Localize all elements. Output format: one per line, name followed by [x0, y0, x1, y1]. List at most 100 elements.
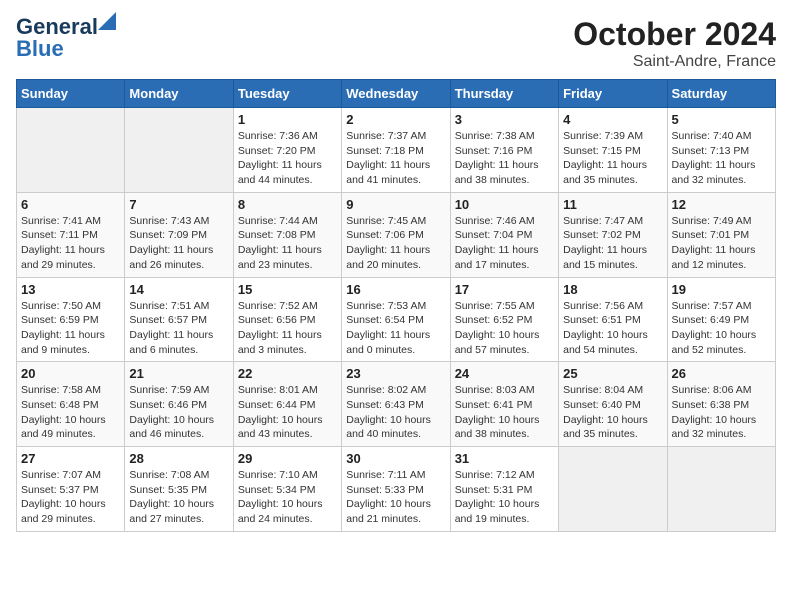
day-number: 6	[21, 197, 120, 212]
day-cell: 4 Sunrise: 7:39 AM Sunset: 7:15 PM Daylig…	[559, 108, 667, 193]
week-row-5: 27 Sunrise: 7:07 AM Sunset: 5:37 PM Dayli…	[17, 447, 776, 532]
day-number: 21	[129, 366, 228, 381]
day-number: 12	[672, 197, 771, 212]
day-cell: 26 Sunrise: 8:06 AM Sunset: 6:38 PM Dayli…	[667, 362, 775, 447]
day-number: 27	[21, 451, 120, 466]
day-cell: 5 Sunrise: 7:40 AM Sunset: 7:13 PM Daylig…	[667, 108, 775, 193]
day-info: Sunrise: 8:03 AM Sunset: 6:41 PM Dayligh…	[455, 383, 554, 442]
day-info: Sunrise: 7:46 AM Sunset: 7:04 PM Dayligh…	[455, 214, 554, 273]
day-info: Sunrise: 7:11 AM Sunset: 5:33 PM Dayligh…	[346, 468, 445, 527]
day-info: Sunrise: 8:01 AM Sunset: 6:44 PM Dayligh…	[238, 383, 337, 442]
day-info: Sunrise: 7:56 AM Sunset: 6:51 PM Dayligh…	[563, 299, 662, 358]
page-subtitle: Saint-Andre, France	[573, 53, 776, 71]
day-cell: 23 Sunrise: 8:02 AM Sunset: 6:43 PM Dayli…	[342, 362, 450, 447]
day-number: 22	[238, 366, 337, 381]
day-info: Sunrise: 7:39 AM Sunset: 7:15 PM Dayligh…	[563, 129, 662, 188]
day-info: Sunrise: 8:02 AM Sunset: 6:43 PM Dayligh…	[346, 383, 445, 442]
day-info: Sunrise: 7:53 AM Sunset: 6:54 PM Dayligh…	[346, 299, 445, 358]
header-tuesday: Tuesday	[233, 80, 341, 108]
day-info: Sunrise: 7:51 AM Sunset: 6:57 PM Dayligh…	[129, 299, 228, 358]
day-info: Sunrise: 8:06 AM Sunset: 6:38 PM Dayligh…	[672, 383, 771, 442]
day-cell: 16Sunrise: 7:53 AM Sunset: 6:54 PM Dayli…	[342, 277, 450, 362]
day-cell: 30 Sunrise: 7:11 AM Sunset: 5:33 PM Dayli…	[342, 447, 450, 532]
day-number: 11	[563, 197, 662, 212]
header-sunday: Sunday	[17, 80, 125, 108]
day-cell	[17, 108, 125, 193]
day-info: Sunrise: 7:49 AM Sunset: 7:01 PM Dayligh…	[672, 214, 771, 273]
page-title: October 2024	[573, 16, 776, 53]
week-row-1: 1 Sunrise: 7:36 AM Sunset: 7:20 PM Daylig…	[17, 108, 776, 193]
header-saturday: Saturday	[667, 80, 775, 108]
day-info: Sunrise: 7:47 AM Sunset: 7:02 PM Dayligh…	[563, 214, 662, 273]
day-number: 3	[455, 112, 554, 127]
day-info: Sunrise: 7:10 AM Sunset: 5:34 PM Dayligh…	[238, 468, 337, 527]
day-info: Sunrise: 7:52 AM Sunset: 6:56 PM Dayligh…	[238, 299, 337, 358]
day-cell: 15 Sunrise: 7:52 AM Sunset: 6:56 PM Dayli…	[233, 277, 341, 362]
page-header: General Blue October 2024 Saint-Andre, F…	[16, 16, 776, 71]
day-number: 20	[21, 366, 120, 381]
day-info: Sunrise: 8:04 AM Sunset: 6:40 PM Dayligh…	[563, 383, 662, 442]
day-number: 4	[563, 112, 662, 127]
day-number: 1	[238, 112, 337, 127]
day-cell: 7Sunrise: 7:43 AM Sunset: 7:09 PM Daylig…	[125, 192, 233, 277]
day-cell	[667, 447, 775, 532]
calendar-table: SundayMondayTuesdayWednesdayThursdayFrid…	[16, 79, 776, 532]
day-info: Sunrise: 7:40 AM Sunset: 7:13 PM Dayligh…	[672, 129, 771, 188]
day-info: Sunrise: 7:44 AM Sunset: 7:08 PM Dayligh…	[238, 214, 337, 273]
day-info: Sunrise: 7:55 AM Sunset: 6:52 PM Dayligh…	[455, 299, 554, 358]
day-info: Sunrise: 7:12 AM Sunset: 5:31 PM Dayligh…	[455, 468, 554, 527]
day-info: Sunrise: 7:08 AM Sunset: 5:35 PM Dayligh…	[129, 468, 228, 527]
day-info: Sunrise: 7:38 AM Sunset: 7:16 PM Dayligh…	[455, 129, 554, 188]
day-number: 9	[346, 197, 445, 212]
header-row: SundayMondayTuesdayWednesdayThursdayFrid…	[17, 80, 776, 108]
day-cell: 2 Sunrise: 7:37 AM Sunset: 7:18 PM Daylig…	[342, 108, 450, 193]
day-info: Sunrise: 7:07 AM Sunset: 5:37 PM Dayligh…	[21, 468, 120, 527]
day-cell: 21 Sunrise: 7:59 AM Sunset: 6:46 PM Dayli…	[125, 362, 233, 447]
day-number: 10	[455, 197, 554, 212]
day-cell: 3 Sunrise: 7:38 AM Sunset: 7:16 PM Daylig…	[450, 108, 558, 193]
day-info: Sunrise: 7:36 AM Sunset: 7:20 PM Dayligh…	[238, 129, 337, 188]
day-cell	[559, 447, 667, 532]
day-cell	[125, 108, 233, 193]
week-row-2: 6Sunrise: 7:41 AM Sunset: 7:11 PM Daylig…	[17, 192, 776, 277]
day-info: Sunrise: 7:58 AM Sunset: 6:48 PM Dayligh…	[21, 383, 120, 442]
day-number: 31	[455, 451, 554, 466]
day-cell: 6Sunrise: 7:41 AM Sunset: 7:11 PM Daylig…	[17, 192, 125, 277]
day-number: 23	[346, 366, 445, 381]
day-cell: 18Sunrise: 7:56 AM Sunset: 6:51 PM Dayli…	[559, 277, 667, 362]
day-number: 8	[238, 197, 337, 212]
logo: General Blue	[16, 16, 98, 60]
day-cell: 9 Sunrise: 7:45 AM Sunset: 7:06 PM Daylig…	[342, 192, 450, 277]
day-number: 2	[346, 112, 445, 127]
title-block: October 2024 Saint-Andre, France	[573, 16, 776, 71]
day-cell: 31 Sunrise: 7:12 AM Sunset: 5:31 PM Dayli…	[450, 447, 558, 532]
day-number: 17	[455, 282, 554, 297]
day-number: 19	[672, 282, 771, 297]
header-monday: Monday	[125, 80, 233, 108]
day-number: 15	[238, 282, 337, 297]
day-number: 29	[238, 451, 337, 466]
day-cell: 17 Sunrise: 7:55 AM Sunset: 6:52 PM Dayli…	[450, 277, 558, 362]
week-row-4: 20 Sunrise: 7:58 AM Sunset: 6:48 PM Dayli…	[17, 362, 776, 447]
day-number: 30	[346, 451, 445, 466]
day-info: Sunrise: 7:50 AM Sunset: 6:59 PM Dayligh…	[21, 299, 120, 358]
day-cell: 20 Sunrise: 7:58 AM Sunset: 6:48 PM Dayli…	[17, 362, 125, 447]
day-number: 25	[563, 366, 662, 381]
week-row-3: 13Sunrise: 7:50 AM Sunset: 6:59 PM Dayli…	[17, 277, 776, 362]
day-cell: 22 Sunrise: 8:01 AM Sunset: 6:44 PM Dayli…	[233, 362, 341, 447]
day-cell: 11 Sunrise: 7:47 AM Sunset: 7:02 PM Dayli…	[559, 192, 667, 277]
day-cell: 10 Sunrise: 7:46 AM Sunset: 7:04 PM Dayli…	[450, 192, 558, 277]
logo-general: General	[16, 16, 98, 38]
day-number: 5	[672, 112, 771, 127]
day-info: Sunrise: 7:59 AM Sunset: 6:46 PM Dayligh…	[129, 383, 228, 442]
day-cell: 29 Sunrise: 7:10 AM Sunset: 5:34 PM Dayli…	[233, 447, 341, 532]
day-info: Sunrise: 7:43 AM Sunset: 7:09 PM Dayligh…	[129, 214, 228, 273]
day-number: 24	[455, 366, 554, 381]
day-cell: 1 Sunrise: 7:36 AM Sunset: 7:20 PM Daylig…	[233, 108, 341, 193]
day-info: Sunrise: 7:45 AM Sunset: 7:06 PM Dayligh…	[346, 214, 445, 273]
day-cell: 27 Sunrise: 7:07 AM Sunset: 5:37 PM Dayli…	[17, 447, 125, 532]
day-info: Sunrise: 7:37 AM Sunset: 7:18 PM Dayligh…	[346, 129, 445, 188]
day-cell: 19 Sunrise: 7:57 AM Sunset: 6:49 PM Dayli…	[667, 277, 775, 362]
day-info: Sunrise: 7:57 AM Sunset: 6:49 PM Dayligh…	[672, 299, 771, 358]
day-number: 26	[672, 366, 771, 381]
